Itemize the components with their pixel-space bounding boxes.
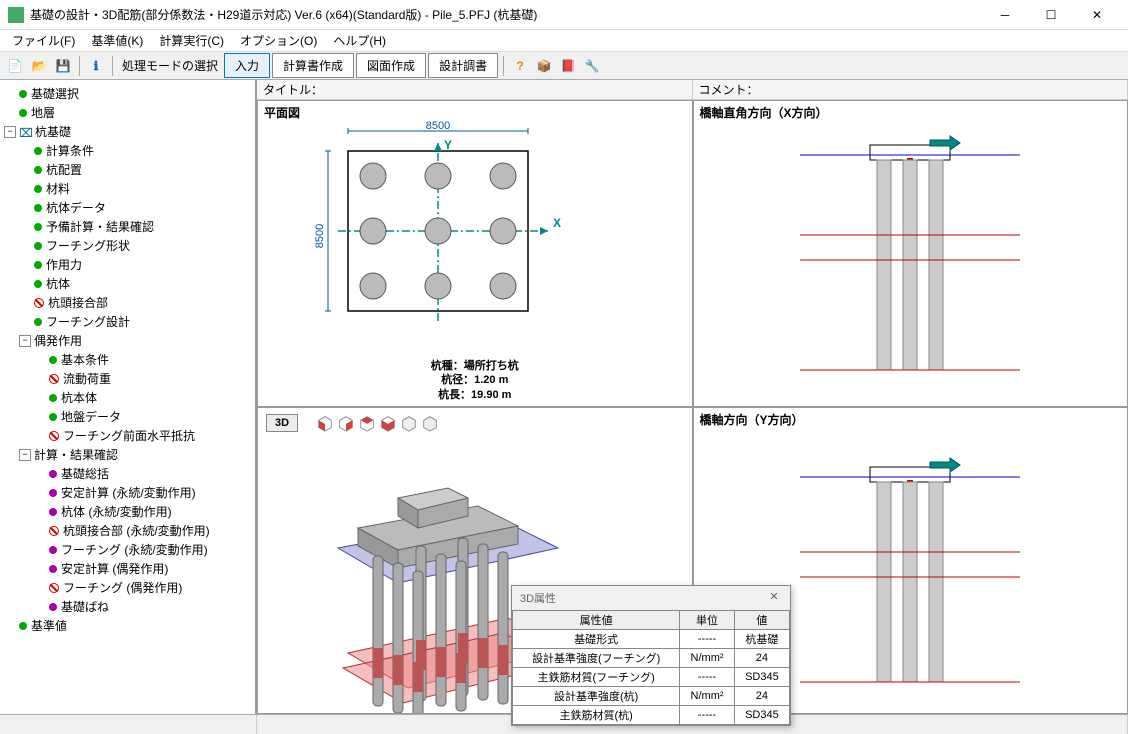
tree-node-pile-head[interactable]: 杭頭接合部 xyxy=(4,293,251,312)
tree-node-pile-main[interactable]: 杭本体 xyxy=(4,388,251,407)
tree-node-material[interactable]: 材料 xyxy=(4,179,251,198)
panel-title: 3D属性 xyxy=(520,590,556,606)
tree-node-standard[interactable]: 基準値 xyxy=(4,616,251,635)
panel-close-icon[interactable]: ✕ xyxy=(766,590,782,606)
tree-node-footing-design[interactable]: フーチング設計 xyxy=(4,312,251,331)
minimize-button[interactable]: ─ xyxy=(982,0,1028,30)
maximize-button[interactable]: ☐ xyxy=(1028,0,1074,30)
pdf-icon[interactable]: 📕 xyxy=(557,55,579,77)
pile-info: 杭種：場所打ち杭 杭径：1.20 m 杭長：19.90 m xyxy=(431,359,519,402)
table-row: 主鉄筋材質(フーチング)-----SD345 xyxy=(513,668,790,687)
content-header: タイトル： コメント： xyxy=(257,80,1128,100)
tree-node-spring[interactable]: 基礎ばね xyxy=(4,597,251,616)
expander-icon[interactable]: − xyxy=(4,126,16,138)
mode-design-report-button[interactable]: 設計調書 xyxy=(428,53,498,78)
tree-node-head-pv[interactable]: 杭頭接合部 (永続/変動作用) xyxy=(4,521,251,540)
window-title: 基礎の設計・3D配筋(部分係数法・H29道示対応) Ver.6 (x64)(St… xyxy=(30,6,982,23)
tree-node-accidental[interactable]: −偶発作用 xyxy=(4,331,251,350)
cube-icon-6[interactable] xyxy=(421,414,439,432)
tree-node-foundation-select[interactable]: 基礎選択 xyxy=(4,84,251,103)
cube-icon-3[interactable] xyxy=(358,414,376,432)
y-view-title: 橋軸方向（Y方向） xyxy=(700,411,804,428)
settings-icon[interactable]: 🔧 xyxy=(581,55,603,77)
svg-text:8500: 8500 xyxy=(426,121,450,132)
mode-select-label: 処理モードの選択 xyxy=(118,57,222,74)
tree-node-pile-body[interactable]: 杭体 xyxy=(4,274,251,293)
tree-node-stable-acc[interactable]: 安定計算 (偶発作用) xyxy=(4,559,251,578)
y-elev-svg xyxy=(780,432,1040,692)
tree-node-footing-shape[interactable]: フーチング形状 xyxy=(4,236,251,255)
svg-text:X: X xyxy=(553,216,561,230)
info-icon[interactable]: ℹ xyxy=(85,55,107,77)
cube-icon-4[interactable] xyxy=(379,414,397,432)
x-view-title: 橋軸直角方向（X方向） xyxy=(700,104,828,121)
tree-node-footing-acc[interactable]: フーチング (偶発作用) xyxy=(4,578,251,597)
tree-node-pile-data[interactable]: 杭体データ xyxy=(4,198,251,217)
mode-drawing-button[interactable]: 図面作成 xyxy=(356,53,426,78)
table-row: 設計基準強度(フーチング)N/mm²24 xyxy=(513,649,790,668)
table-row: 基礎形式-----杭基礎 xyxy=(513,630,790,649)
tree-node-pile-foundation[interactable]: −⌧杭基礎 xyxy=(4,122,251,141)
pile-icon: ⌧ xyxy=(19,126,31,138)
table-row: 設計基準強度(杭)N/mm²24 xyxy=(513,687,790,706)
menu-bar: ファイル(F) 基準値(K) 計算実行(C) オプション(O) ヘルプ(H) xyxy=(0,30,1128,52)
tree-node-pile-layout[interactable]: 杭配置 xyxy=(4,160,251,179)
menu-option[interactable]: オプション(O) xyxy=(232,30,325,51)
tree-panel[interactable]: 基礎選択 地層 −⌧杭基礎 計算条件 杭配置 材料 杭体データ 予備計算・結果確… xyxy=(0,80,257,714)
tree-node-basic-cond[interactable]: 基本条件 xyxy=(4,350,251,369)
mode-report-button[interactable]: 計算書作成 xyxy=(272,53,354,78)
tree-node-summary[interactable]: 基礎総括 xyxy=(4,464,251,483)
tree-node-force[interactable]: 作用力 xyxy=(4,255,251,274)
svg-text:8500: 8500 xyxy=(314,224,326,248)
app-icon xyxy=(8,7,24,23)
help-icon[interactable]: ? xyxy=(509,55,531,77)
title-bar: 基礎の設計・3D配筋(部分係数法・H29道示対応) Ver.6 (x64)(St… xyxy=(0,0,1128,30)
menu-help[interactable]: ヘルプ(H) xyxy=(325,30,394,51)
title-label: タイトル： xyxy=(257,80,693,99)
menu-standard[interactable]: 基準値(K) xyxy=(83,30,151,51)
3d-button[interactable]: 3D xyxy=(266,414,298,432)
tree-node-pile-pv[interactable]: 杭体 (永続/変動作用) xyxy=(4,502,251,521)
save-file-icon[interactable]: 💾 xyxy=(52,55,74,77)
plan-svg: 8500 8500 X Y xyxy=(308,121,568,341)
cube-icon-1[interactable] xyxy=(316,414,334,432)
attribute-table: 属性値単位値 基礎形式-----杭基礎 設計基準強度(フーチング)N/mm²24… xyxy=(512,610,790,725)
tree-node-calc-cond[interactable]: 計算条件 xyxy=(4,141,251,160)
view-cube-row xyxy=(316,414,439,432)
plan-view-title: 平面図 xyxy=(264,104,300,121)
expander-icon[interactable]: − xyxy=(19,449,31,461)
tree-node-flow-load[interactable]: 流動荷重 xyxy=(4,369,251,388)
tree-node-prelim-calc[interactable]: 予備計算・結果確認 xyxy=(4,217,251,236)
toolbar: 📄 📂 💾 ℹ 処理モードの選択 入力 計算書作成 図面作成 設計調書 ? 📦 … xyxy=(0,52,1128,80)
new-file-icon[interactable]: 📄 xyxy=(4,55,26,77)
tree-node-calc-result[interactable]: −計算・結果確認 xyxy=(4,445,251,464)
x-elev-svg xyxy=(780,125,1040,385)
plan-view[interactable]: 平面図 8500 8500 X Y xyxy=(257,100,693,407)
3d-attribute-panel[interactable]: 3D属性 ✕ 属性値単位値 基礎形式-----杭基礎 設計基準強度(フーチング)… xyxy=(511,585,791,726)
cube-icon-5[interactable] xyxy=(400,414,418,432)
svg-text:Y: Y xyxy=(444,138,452,152)
tree-node-stable-pv[interactable]: 安定計算 (永続/変動作用) xyxy=(4,483,251,502)
expander-icon[interactable]: − xyxy=(19,335,31,347)
tree-node-footing-front[interactable]: フーチング前面水平抵抗 xyxy=(4,426,251,445)
x-elevation-view[interactable]: 橋軸直角方向（X方向） xyxy=(693,100,1128,407)
close-button[interactable]: ✕ xyxy=(1074,0,1120,30)
cube-icon[interactable]: 📦 xyxy=(533,55,555,77)
table-row: 主鉄筋材質(杭)-----SD345 xyxy=(513,706,790,725)
mode-input-button[interactable]: 入力 xyxy=(224,53,270,78)
menu-calc[interactable]: 計算実行(C) xyxy=(151,30,232,51)
open-file-icon[interactable]: 📂 xyxy=(28,55,50,77)
tree-node-ground-data[interactable]: 地盤データ xyxy=(4,407,251,426)
comment-label: コメント： xyxy=(693,80,1128,99)
tree-node-stratum[interactable]: 地層 xyxy=(4,103,251,122)
menu-file[interactable]: ファイル(F) xyxy=(4,30,83,51)
cube-icon-2[interactable] xyxy=(337,414,355,432)
tree-node-footing-pv[interactable]: フーチング (永続/変動作用) xyxy=(4,540,251,559)
